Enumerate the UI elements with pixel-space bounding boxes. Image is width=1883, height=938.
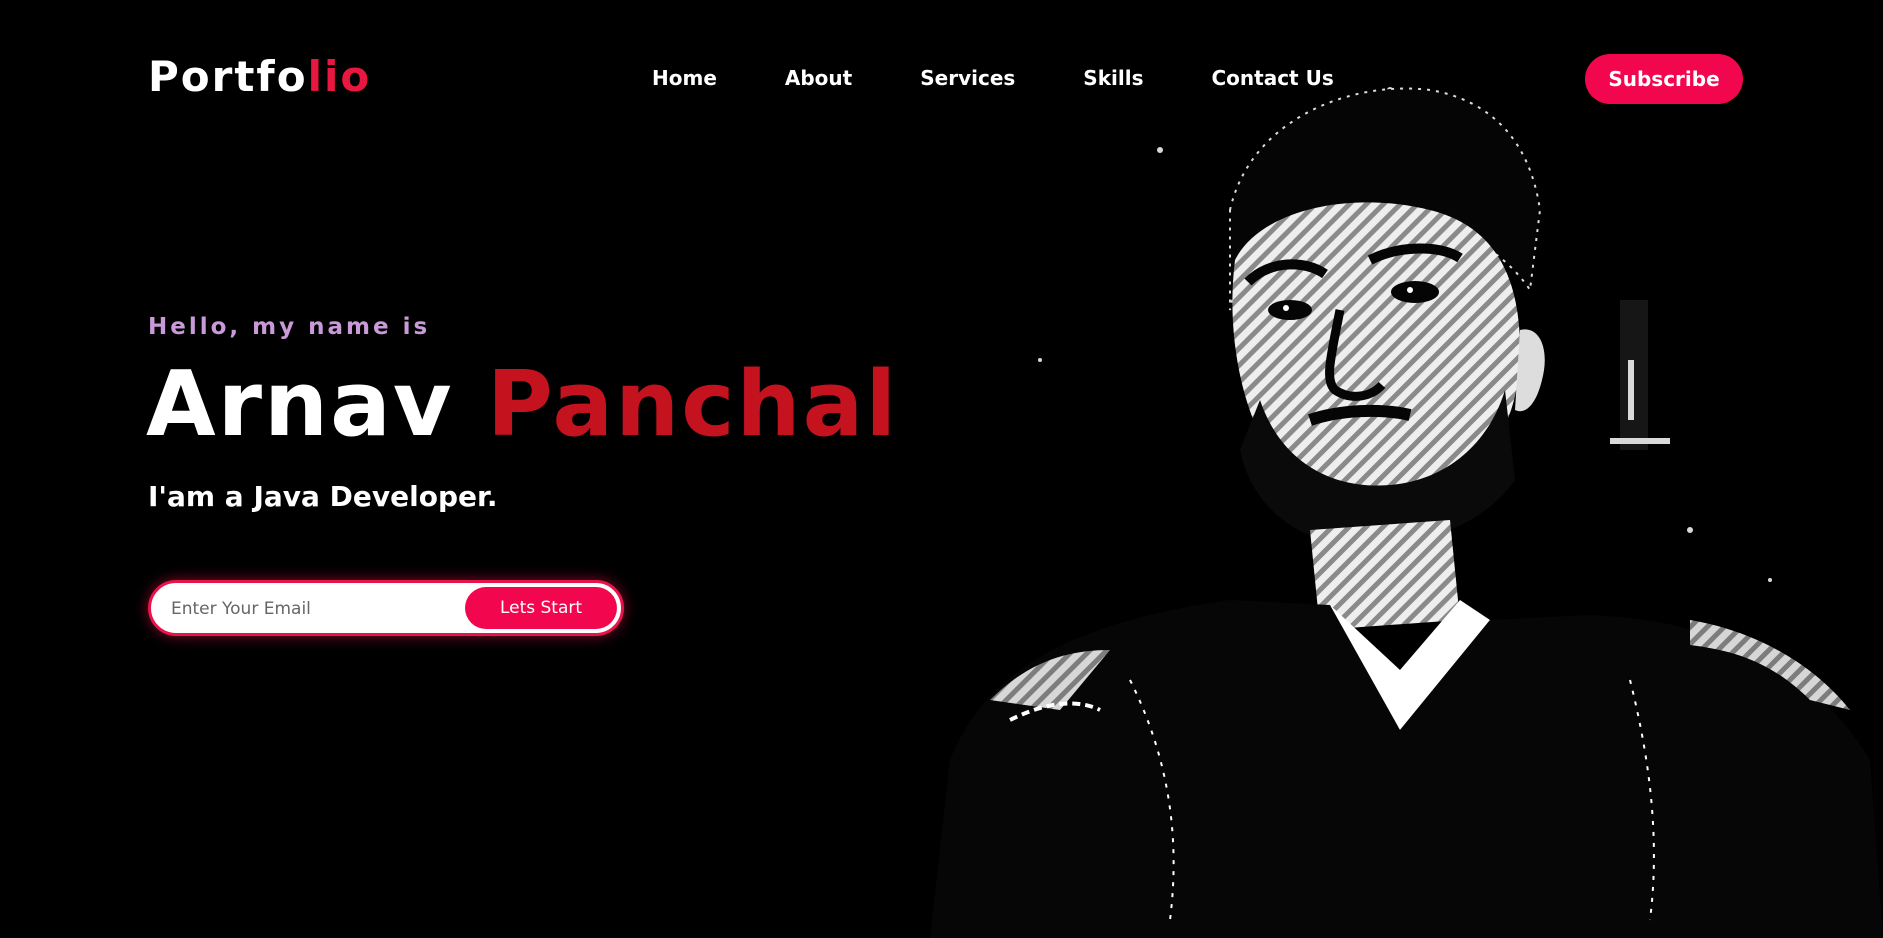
- logo-main: Portfo: [148, 52, 308, 101]
- email-input[interactable]: [169, 589, 453, 629]
- first-name: Arnav: [146, 352, 454, 457]
- last-name: Panchal: [486, 352, 899, 457]
- page: Portfolio Home About Services Skills Con…: [0, 0, 1883, 938]
- logo[interactable]: Portfolio: [148, 50, 371, 104]
- hero-name: Arnav Panchal: [146, 350, 898, 460]
- nav-about[interactable]: About: [785, 62, 852, 94]
- role-text: I'am a Java Developer.: [148, 480, 498, 513]
- lets-start-button[interactable]: Lets Start: [465, 587, 617, 629]
- email-signup-form: Lets Start: [148, 580, 624, 636]
- profile-portrait: [930, 87, 1883, 938]
- nav-home[interactable]: Home: [652, 62, 717, 94]
- greeting-text: Hello, my name is: [148, 314, 431, 340]
- logo-accent: lio: [307, 52, 372, 101]
